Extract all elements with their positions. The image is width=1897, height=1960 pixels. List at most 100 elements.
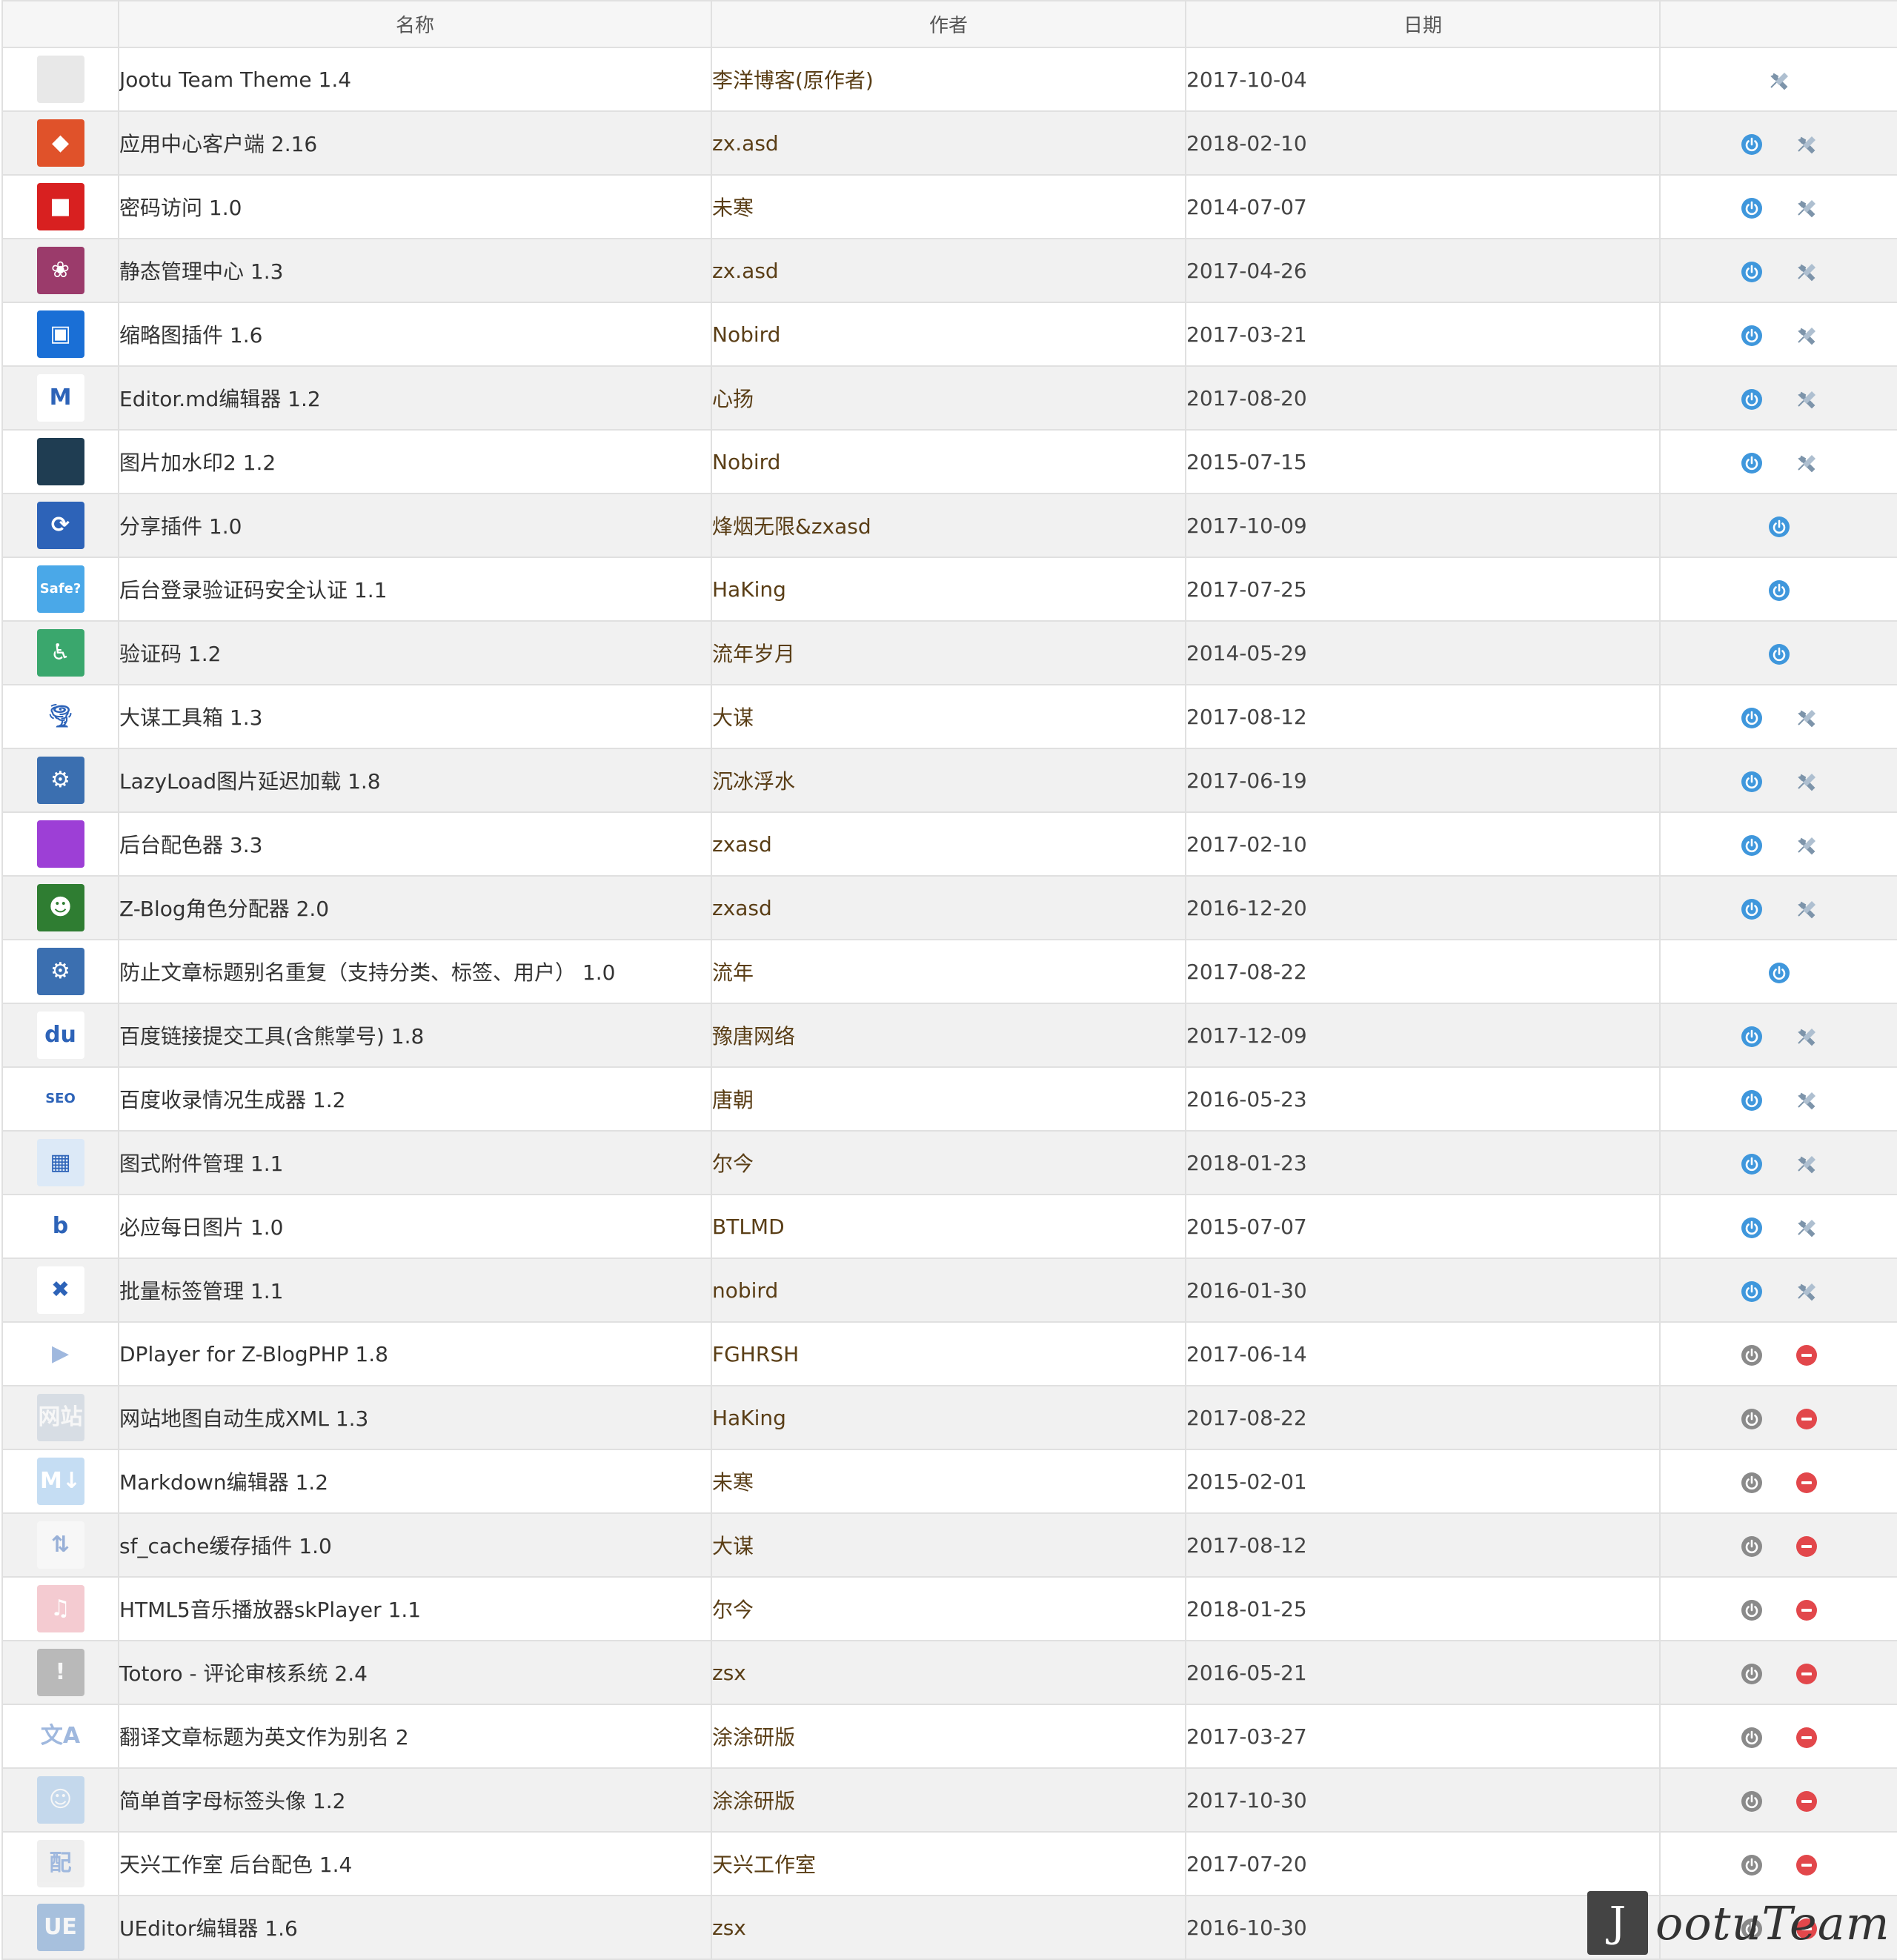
plugin-icon-cell: du bbox=[1, 1003, 119, 1068]
plugin-actions bbox=[1659, 47, 1897, 112]
plugin-name: Editor.md编辑器 1.2 bbox=[118, 365, 712, 431]
disable-plugin-power-icon[interactable] bbox=[1741, 898, 1763, 920]
plugin-author: zx.asd bbox=[711, 110, 1186, 176]
disable-plugin-power-icon[interactable] bbox=[1741, 325, 1763, 347]
plugin-settings-tools-icon[interactable] bbox=[1795, 834, 1818, 857]
delete-plugin-icon[interactable] bbox=[1795, 1344, 1818, 1366]
plugin-name: 分享插件 1.0 bbox=[118, 493, 712, 558]
enable-plugin-power-icon[interactable] bbox=[1741, 1790, 1763, 1813]
delete-plugin-icon[interactable] bbox=[1795, 1663, 1818, 1685]
plugin-settings-tools-icon[interactable] bbox=[1795, 1217, 1818, 1239]
plugin-settings-tools-icon[interactable] bbox=[1795, 133, 1818, 156]
table-row: 文A 翻译文章标题为英文作为别名 2 涂涂研版 2017-03-27 bbox=[1, 1704, 1897, 1769]
disable-plugin-power-icon[interactable] bbox=[1741, 197, 1763, 219]
plugin-settings-tools-icon[interactable] bbox=[1795, 1089, 1818, 1112]
sitemap-text-icon: 网站 bbox=[36, 1394, 84, 1441]
delete-plugin-icon[interactable] bbox=[1795, 1472, 1818, 1494]
enable-plugin-power-icon[interactable] bbox=[1741, 1344, 1763, 1366]
plugin-settings-tools-icon[interactable] bbox=[1768, 70, 1790, 92]
enable-plugin-power-icon[interactable] bbox=[1741, 1408, 1763, 1430]
plugin-name: LazyLoad图片延迟加载 1.8 bbox=[118, 748, 712, 813]
plugin-date: 2017-08-12 bbox=[1185, 684, 1661, 749]
plugin-settings-tools-icon[interactable] bbox=[1795, 1026, 1818, 1048]
tornado-icon: 🌪 bbox=[36, 693, 84, 740]
disable-plugin-power-icon[interactable] bbox=[1741, 707, 1763, 729]
plugin-name: 缩略图插件 1.6 bbox=[118, 302, 712, 367]
disable-plugin-power-icon[interactable] bbox=[1741, 388, 1763, 411]
plugin-settings-tools-icon[interactable] bbox=[1795, 771, 1818, 793]
delete-plugin-icon[interactable] bbox=[1795, 1727, 1818, 1749]
plugin-actions bbox=[1659, 1003, 1897, 1068]
plugin-author: 涂涂研版 bbox=[711, 1767, 1186, 1833]
header-author[interactable]: 作者 bbox=[711, 0, 1186, 48]
delete-plugin-icon[interactable] bbox=[1795, 1599, 1818, 1621]
plugin-author: Nobird bbox=[711, 302, 1186, 367]
enable-plugin-power-icon[interactable] bbox=[1741, 1854, 1763, 1876]
disable-plugin-power-icon[interactable] bbox=[1741, 452, 1763, 474]
plugin-date: 2017-06-14 bbox=[1185, 1321, 1661, 1386]
watermark-text: ootuTeam bbox=[1655, 1896, 1890, 1950]
disable-plugin-power-icon[interactable] bbox=[1741, 1280, 1763, 1303]
plugin-actions bbox=[1659, 939, 1897, 1004]
disable-plugin-power-icon[interactable] bbox=[1741, 1217, 1763, 1239]
disable-plugin-power-icon[interactable] bbox=[1768, 579, 1790, 602]
plugin-settings-tools-icon[interactable] bbox=[1795, 707, 1818, 729]
plugin-actions bbox=[1659, 365, 1897, 431]
plugin-date: 2017-07-25 bbox=[1185, 557, 1661, 622]
header-date[interactable]: 日期 bbox=[1185, 0, 1661, 48]
delete-plugin-icon[interactable] bbox=[1795, 1854, 1818, 1876]
plugin-actions bbox=[1659, 620, 1897, 685]
plugin-author: 大谋 bbox=[711, 1512, 1186, 1578]
plugin-settings-tools-icon[interactable] bbox=[1795, 1153, 1818, 1175]
disable-plugin-power-icon[interactable] bbox=[1741, 1026, 1763, 1048]
enable-plugin-power-icon[interactable] bbox=[1741, 1535, 1763, 1558]
disable-plugin-power-icon[interactable] bbox=[1741, 1089, 1763, 1112]
plugin-icon-cell: ♿ bbox=[1, 620, 119, 685]
plugin-settings-tools-icon[interactable] bbox=[1795, 1280, 1818, 1303]
disable-plugin-power-icon[interactable] bbox=[1768, 643, 1790, 665]
plugin-actions bbox=[1659, 1704, 1897, 1769]
plugin-actions bbox=[1659, 875, 1897, 940]
disable-plugin-power-icon[interactable] bbox=[1741, 834, 1763, 857]
translate-icon: 文A bbox=[36, 1712, 84, 1760]
delete-plugin-icon[interactable] bbox=[1795, 1790, 1818, 1813]
plugin-date: 2014-05-29 bbox=[1185, 620, 1661, 685]
enable-plugin-power-icon[interactable] bbox=[1741, 1599, 1763, 1621]
enable-plugin-power-icon[interactable] bbox=[1741, 1472, 1763, 1494]
enable-plugin-power-icon[interactable] bbox=[1741, 1663, 1763, 1685]
watermark-letter: J bbox=[1587, 1891, 1648, 1955]
disable-plugin-power-icon[interactable] bbox=[1741, 261, 1763, 283]
enable-plugin-power-icon[interactable] bbox=[1741, 1727, 1763, 1749]
plugin-settings-tools-icon[interactable] bbox=[1795, 898, 1818, 920]
plugin-name: 批量标签管理 1.1 bbox=[118, 1258, 712, 1323]
table-row: ♿ 验证码 1.2 流年岁月 2014-05-29 bbox=[1, 620, 1897, 685]
delete-plugin-icon[interactable] bbox=[1795, 1408, 1818, 1430]
plugin-settings-tools-icon[interactable] bbox=[1795, 325, 1818, 347]
disable-plugin-power-icon[interactable] bbox=[1768, 962, 1790, 984]
plugin-date: 2017-10-04 bbox=[1185, 47, 1661, 112]
plugin-settings-tools-icon[interactable] bbox=[1795, 388, 1818, 411]
delete-plugin-icon[interactable] bbox=[1795, 1535, 1818, 1558]
disable-plugin-power-icon[interactable] bbox=[1768, 516, 1790, 538]
header-name[interactable]: 名称 bbox=[118, 0, 712, 48]
baidu-paw-icon: du bbox=[36, 1011, 84, 1059]
plugin-settings-tools-icon[interactable] bbox=[1795, 452, 1818, 474]
disable-plugin-power-icon[interactable] bbox=[1741, 133, 1763, 156]
disable-plugin-power-icon[interactable] bbox=[1741, 1153, 1763, 1175]
plugin-date: 2017-10-30 bbox=[1185, 1767, 1661, 1833]
image-thumbnail-icon: ▣ bbox=[36, 310, 84, 358]
plugin-actions bbox=[1659, 1385, 1897, 1450]
plugin-date: 2017-03-21 bbox=[1185, 302, 1661, 367]
ueditor-icon: UE bbox=[36, 1904, 84, 1951]
plugin-settings-tools-icon[interactable] bbox=[1795, 197, 1818, 219]
markdown-circle-icon: M↓ bbox=[36, 1458, 84, 1505]
disable-plugin-power-icon[interactable] bbox=[1741, 771, 1763, 793]
plugin-date: 2017-08-20 bbox=[1185, 365, 1661, 431]
table-row: ▶ DPlayer for Z-BlogPHP 1.8 FGHRSH 2017-06-… bbox=[1, 1321, 1897, 1386]
plugin-settings-tools-icon[interactable] bbox=[1795, 261, 1818, 283]
plugin-author: 豫唐网络 bbox=[711, 1003, 1186, 1068]
plugin-date: 2017-08-22 bbox=[1185, 1385, 1661, 1450]
plugin-date: 2017-08-22 bbox=[1185, 939, 1661, 1004]
plugin-date: 2017-07-20 bbox=[1185, 1831, 1661, 1896]
plugin-icon-cell: ▣ bbox=[1, 302, 119, 367]
